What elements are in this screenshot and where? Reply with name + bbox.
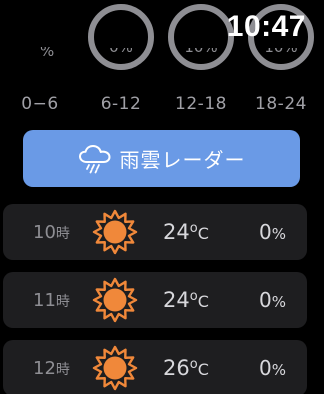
precip-value-0: % <box>40 42 55 60</box>
sun-icon <box>92 345 138 391</box>
precip-value-2: 10% <box>184 38 218 56</box>
time-slot-label-1: 6-12 <box>100 94 142 114</box>
sun-icon <box>92 209 138 255</box>
hour-label: 10時 <box>33 222 70 243</box>
time-slot-label-2: 12-18 <box>175 94 227 114</box>
rain-radar-button[interactable]: 雨雲レーダー <box>23 130 300 187</box>
sun-icon <box>92 277 138 323</box>
cloud-rain-icon <box>78 144 110 173</box>
temperature: 26oC <box>163 356 209 380</box>
precip-probability: 0% <box>259 356 286 380</box>
weather-screen: % 0% 10% 10% 0−6 6-12 12-18 18-24 10:47 … <box>0 0 324 394</box>
hourly-row[interactable]: 11時 24oC 0% <box>3 272 307 328</box>
temperature: 24oC <box>163 288 209 312</box>
precip-value-1: 0% <box>109 38 133 56</box>
rain-radar-label: 雨雲レーダー <box>119 148 246 172</box>
precip-ring-1: 0% <box>88 4 154 70</box>
hourly-row[interactable]: 10時 24oC 0% <box>3 204 307 260</box>
temperature: 24oC <box>163 220 209 244</box>
hour-label: 12時 <box>33 358 70 379</box>
status-time: 10:47 <box>226 10 306 43</box>
precip-probability: 0% <box>259 220 286 244</box>
time-slot-label-3: 18-24 <box>255 94 307 114</box>
hour-label: 11時 <box>33 290 70 311</box>
precip-ring-2: 10% <box>168 4 234 70</box>
time-slot-label-0: 0−6 <box>21 94 59 114</box>
hourly-row[interactable]: 12時 26oC 0% <box>3 340 307 394</box>
precip-probability: 0% <box>259 288 286 312</box>
